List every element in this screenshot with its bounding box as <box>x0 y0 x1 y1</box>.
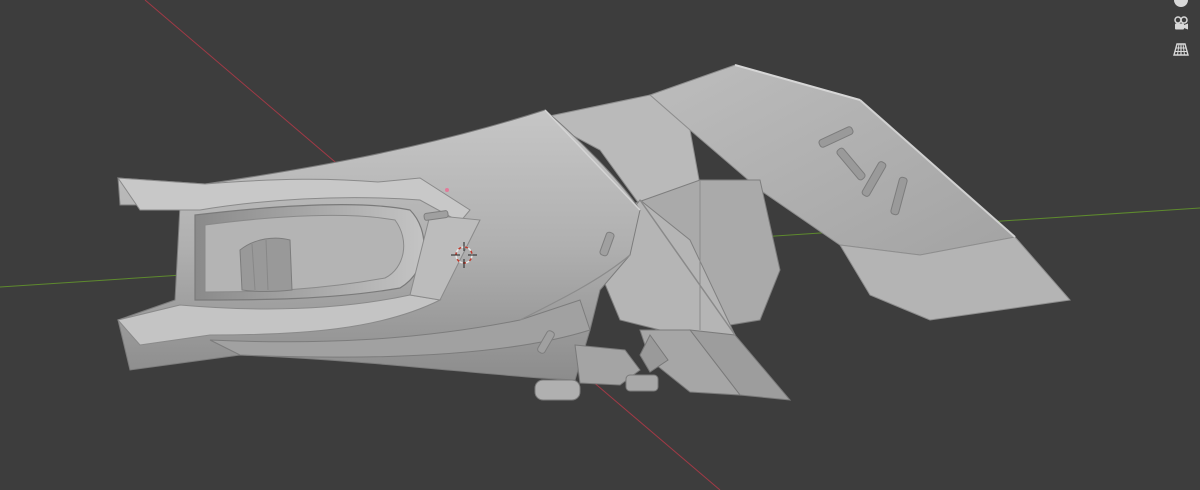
3d-viewport[interactable] <box>0 0 1200 490</box>
object-origin <box>445 188 449 192</box>
camera-icon <box>1174 16 1188 30</box>
viewport-scene[interactable] <box>0 0 1200 490</box>
perspective-toggle-button[interactable] <box>1170 39 1192 59</box>
viewport-navigation-gizmo <box>1168 0 1194 59</box>
camera-view-button[interactable] <box>1170 13 1192 33</box>
grid-icon <box>1173 43 1189 56</box>
sphere-icon[interactable] <box>1174 0 1188 7</box>
mesh-main-body[interactable] <box>117 109 641 381</box>
